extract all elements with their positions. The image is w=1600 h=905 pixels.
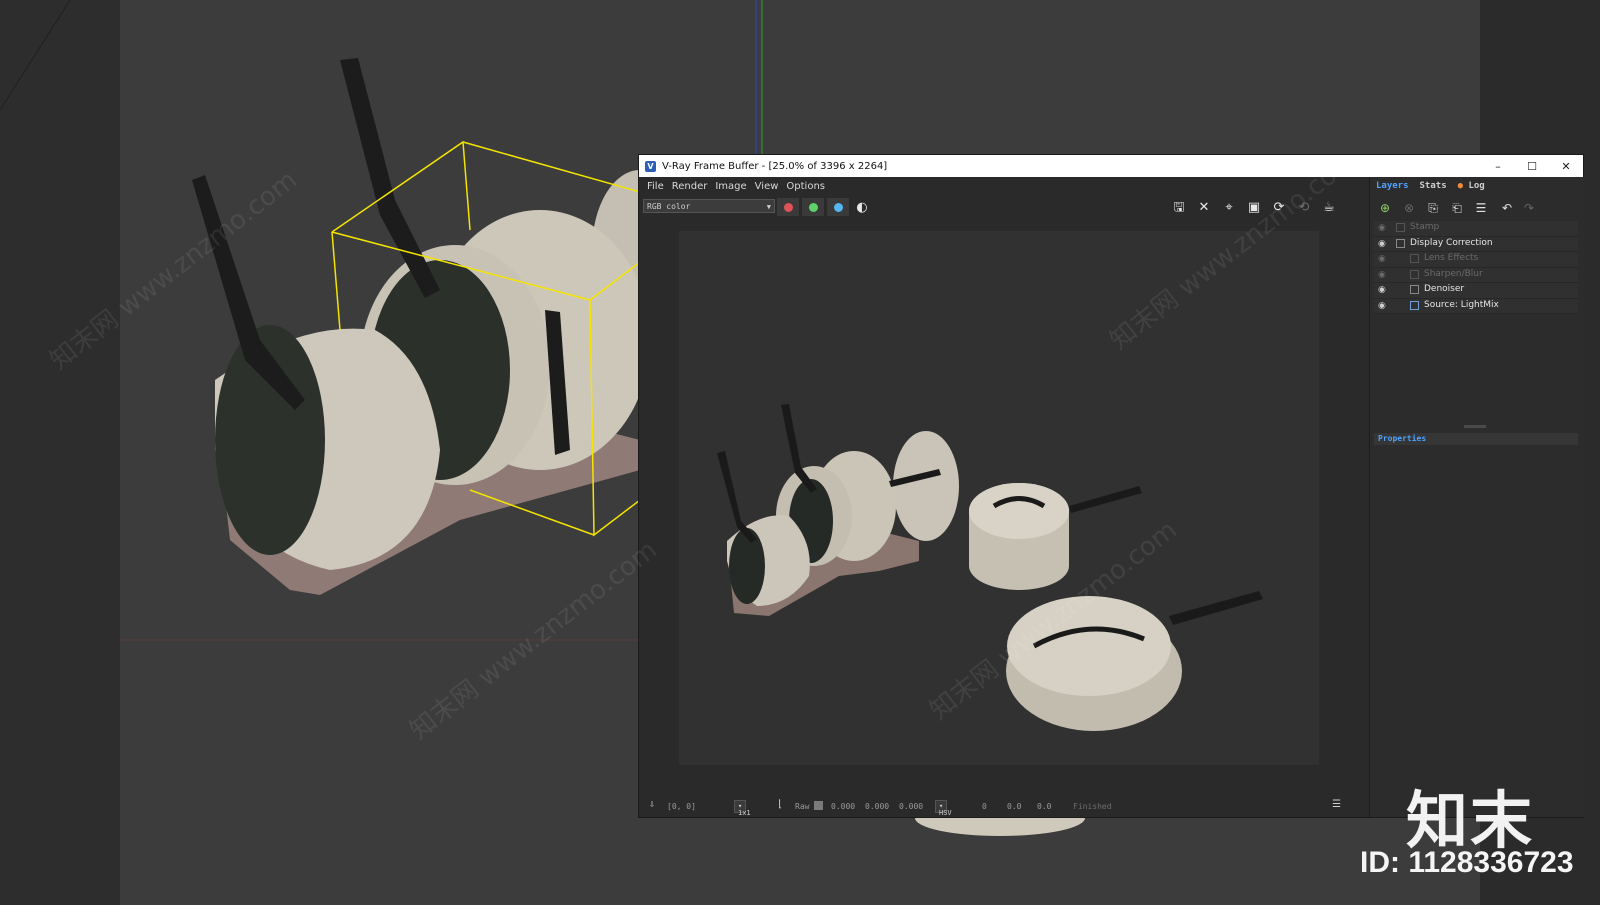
- tab-log-label: Log: [1468, 181, 1485, 191]
- pixel-coords: [0, 0]: [667, 802, 696, 811]
- layers-list: ◉ Stamp ◉ Display Correction ◉ Lens Effe…: [1374, 221, 1578, 314]
- render-canvas[interactable]: [639, 221, 1369, 795]
- maximize-button[interactable]: ☐: [1515, 155, 1549, 177]
- pixel-b: 0.000: [899, 802, 924, 811]
- layer-presets-icon[interactable]: ☰: [1472, 200, 1490, 216]
- lightmix-icon: [1410, 300, 1419, 310]
- layer-display-correction[interactable]: ◉ Display Correction: [1374, 236, 1578, 252]
- layer-label: Display Correction: [1410, 237, 1493, 248]
- vfb-toolbar: RGB color ▼ ◐ 🖫 ✕ ⌖ ▣ ⟳ ⟲ ☕: [639, 195, 1369, 221]
- layers-panel: Layers Stats ● Log ⊕ ⊗ ⎘ ⎗ ☰ ↶ ↷ ◉ Stamp…: [1369, 177, 1584, 817]
- menu-options[interactable]: Options: [786, 181, 825, 192]
- stamp-layer-icon: [1396, 223, 1405, 232]
- lens-effects-icon: [1410, 254, 1419, 263]
- pixel-s: 0.0: [1007, 802, 1022, 811]
- green-channel-icon: [808, 202, 818, 212]
- eye-icon[interactable]: ◉: [1378, 301, 1386, 311]
- add-layer-icon[interactable]: ⊕: [1376, 200, 1394, 216]
- layer-label: Source: LightMix: [1424, 299, 1499, 310]
- eye-icon[interactable]: ◉: [1378, 239, 1386, 249]
- close-button[interactable]: ✕: [1549, 155, 1583, 177]
- blue-channel-button[interactable]: [827, 198, 849, 216]
- layer-source-lightmix[interactable]: ◉ Source: LightMix: [1374, 298, 1578, 314]
- tab-stats[interactable]: Stats: [1414, 177, 1452, 195]
- eye-icon[interactable]: ◉: [1378, 285, 1386, 295]
- pixel-r: 0.000: [831, 802, 856, 811]
- pixel-h: 0: [982, 802, 987, 811]
- pan-handle: [340, 58, 440, 298]
- delete-layer-icon[interactable]: ⊗: [1400, 200, 1418, 216]
- pixel-g: 0.000: [865, 802, 890, 811]
- channel-select-value: RGB color: [647, 202, 691, 211]
- vfb-menu-bar: File Render Image View Options: [639, 177, 1369, 195]
- menu-view[interactable]: View: [755, 181, 779, 192]
- tab-log[interactable]: ● Log: [1452, 177, 1490, 195]
- layer-lens-effects[interactable]: ◉ Lens Effects: [1374, 252, 1578, 268]
- interactive-render-icon[interactable]: ⟳: [1270, 199, 1288, 217]
- properties-header: Properties: [1374, 433, 1578, 445]
- layers-panel-tabs: Layers Stats ● Log: [1370, 177, 1584, 195]
- layer-label: Sharpen/Blur: [1424, 268, 1483, 279]
- menu-image[interactable]: Image: [715, 181, 746, 192]
- pixel-swatch: [814, 801, 823, 810]
- vfb-title-bar[interactable]: V V-Ray Frame Buffer - [25.0% of 3396 x …: [639, 155, 1583, 177]
- clear-image-icon[interactable]: ✕: [1195, 199, 1213, 217]
- color-mode-select[interactable]: HSV ▾: [935, 800, 952, 817]
- blue-channel-icon: [833, 202, 843, 212]
- green-channel-button[interactable]: [802, 198, 824, 216]
- eye-icon[interactable]: ◉: [1378, 223, 1386, 233]
- load-layers-icon[interactable]: ⎗: [1448, 200, 1466, 216]
- zoom-select[interactable]: 1x1 ▾: [734, 800, 751, 817]
- panel-splitter[interactable]: [1464, 425, 1486, 428]
- layer-label: Lens Effects: [1424, 253, 1479, 263]
- render-status: Finished: [1073, 802, 1112, 811]
- layer-label: Denoiser: [1424, 284, 1465, 294]
- viewport-edge-line: [0, 0, 71, 111]
- layer-stamp[interactable]: ◉ Stamp: [1374, 221, 1578, 237]
- sharpen-icon: [1410, 269, 1419, 279]
- chevron-down-icon: ▼: [766, 203, 771, 211]
- undo-icon[interactable]: ↶: [1498, 200, 1516, 216]
- layer-sharpen-blur[interactable]: ◉ Sharpen/Blur: [1374, 267, 1578, 283]
- pin-icon[interactable]: ⇩: [649, 799, 655, 810]
- channel-select[interactable]: RGB color ▼: [643, 199, 775, 213]
- layer-label: Stamp: [1410, 222, 1440, 232]
- color-picker-icon[interactable]: ⌊: [777, 799, 783, 810]
- save-image-icon[interactable]: 🖫: [1170, 199, 1188, 217]
- red-channel-button[interactable]: [777, 198, 799, 216]
- menu-render[interactable]: Render: [672, 181, 708, 192]
- denoiser-icon: [1410, 285, 1419, 294]
- log-alert-icon: ●: [1457, 181, 1464, 191]
- color-mode-value: HSV: [939, 809, 952, 817]
- redo-icon[interactable]: ↷: [1520, 200, 1538, 216]
- tab-layers[interactable]: Layers: [1370, 177, 1414, 195]
- rendered-image: [679, 231, 1319, 765]
- menu-file[interactable]: File: [647, 181, 664, 192]
- red-channel-icon: [783, 202, 793, 212]
- alpha-channel-icon[interactable]: ◐: [853, 199, 871, 217]
- vray-logo-icon: V: [645, 160, 656, 172]
- vray-frame-buffer-window[interactable]: V V-Ray Frame Buffer - [25.0% of 3396 x …: [638, 154, 1584, 818]
- layer-denoiser[interactable]: ◉ Denoiser: [1374, 283, 1578, 299]
- eye-icon[interactable]: ◉: [1378, 254, 1386, 264]
- zoom-value: 1x1: [738, 809, 751, 817]
- vfb-title: V-Ray Frame Buffer - [25.0% of 3396 x 22…: [662, 160, 888, 172]
- region-render-icon[interactable]: ▣: [1245, 199, 1263, 217]
- vfb-status-bar: ⇩ [0, 0] 1x1 ▾ ⌊ Raw 0.000 0.000 0.000 H…: [639, 795, 1369, 817]
- eye-icon[interactable]: ◉: [1378, 270, 1386, 280]
- stop-render-icon[interactable]: ⟲: [1295, 199, 1313, 217]
- minimize-button[interactable]: –: [1481, 155, 1515, 177]
- track-mouse-icon[interactable]: ⌖: [1220, 199, 1238, 217]
- render-teapot-icon[interactable]: ☕: [1320, 199, 1338, 217]
- image-id-label: ID: 1128336723: [1360, 846, 1574, 879]
- raw-label: Raw: [795, 802, 810, 811]
- curve-layer-icon: [1396, 238, 1405, 248]
- pixel-v: 0.0: [1037, 802, 1052, 811]
- history-icon[interactable]: ☰: [1332, 799, 1341, 810]
- save-layers-icon[interactable]: ⎘: [1424, 200, 1442, 216]
- layers-toolbar: ⊕ ⊗ ⎘ ⎗ ☰ ↶ ↷: [1370, 197, 1584, 219]
